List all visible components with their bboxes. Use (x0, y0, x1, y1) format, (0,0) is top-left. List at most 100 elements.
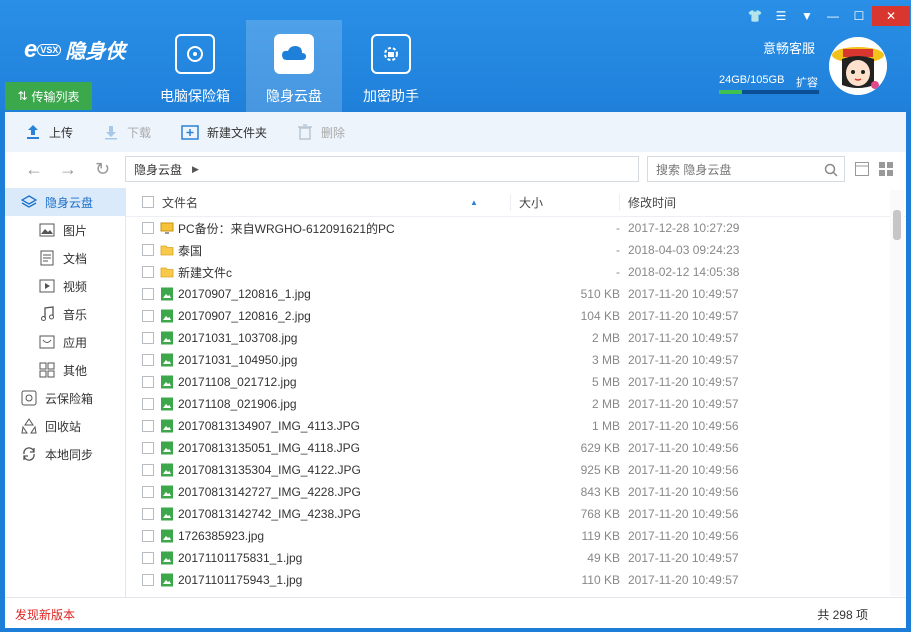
breadcrumb-arrow-icon[interactable]: ▶ (192, 164, 199, 175)
table-row[interactable]: 20171101175943_1.jpg 110 KB 2017-11-20 10:… (126, 569, 906, 591)
sidebar-item-local-sync[interactable]: 本地同步 (5, 440, 125, 468)
tab-encrypt-helper[interactable]: 加密助手 (343, 20, 439, 112)
breadcrumb[interactable]: 隐身云盘 (134, 161, 182, 178)
file-name: 泰国 (178, 243, 203, 258)
minimize-icon[interactable]: — (820, 6, 846, 26)
row-checkbox[interactable] (142, 530, 154, 542)
back-arrow-icon[interactable]: ← (25, 160, 43, 178)
tab-pc-safe-label: 电脑保险箱 (160, 88, 230, 104)
image-file-icon (160, 441, 174, 455)
table-row[interactable]: 20170813134907_IMG_4113.JPG 1 MB 2017-11-2… (126, 415, 906, 437)
forward-arrow-icon[interactable]: → (59, 160, 77, 178)
new-version-link[interactable]: 发现新版本 (15, 606, 75, 623)
row-checkbox[interactable] (142, 266, 154, 278)
table-row[interactable]: 20170813142727_IMG_4228.JPG 843 KB 2017-11… (126, 481, 906, 503)
search-icon[interactable] (824, 163, 838, 177)
row-checkbox[interactable] (142, 332, 154, 344)
file-list: 文件名 ▲ 大小 修改时间 PC备份：来自WRGHO-612091621的PC -… (126, 188, 906, 597)
expand-link[interactable]: 扩容 (796, 74, 818, 90)
row-checkbox[interactable] (142, 244, 154, 256)
download-button[interactable]: 下载 (103, 124, 151, 141)
row-checkbox[interactable] (142, 420, 154, 432)
table-row[interactable]: 20171108_021712.jpg 5 MB 2017-11-20 10:49:… (126, 371, 906, 393)
dropdown-icon[interactable]: ▼ (794, 6, 820, 26)
table-row[interactable]: PC备份：来自WRGHO-612091621的PC -2017-12-28 10:… (126, 217, 906, 239)
sidebar-item-images[interactable]: 图片 (5, 216, 125, 244)
table-row[interactable]: 20171031_103708.jpg 2 MB 2017-11-20 10:49:… (126, 327, 906, 349)
table-row[interactable]: 20170907_120816_2.jpg 104 KB 2017-11-20 10… (126, 305, 906, 327)
column-size-header[interactable]: 大小 (510, 193, 619, 211)
sidebar-item-recycle-bin[interactable]: 回收站 (5, 412, 125, 440)
sidebar-item-documents[interactable]: 文档 (5, 244, 125, 272)
table-row[interactable]: 20170813142742_IMG_4238.JPG 768 KB 2017-11… (126, 503, 906, 525)
delete-button[interactable]: 删除 (297, 124, 345, 141)
row-checkbox[interactable] (142, 310, 154, 322)
scrollbar[interactable] (890, 190, 904, 596)
image-file-icon (160, 353, 174, 367)
file-time: 2018-02-12 14:05:38 (628, 265, 740, 279)
table-row[interactable]: 20171101175831_1.jpg 49 KB 2017-11-20 10:4… (126, 547, 906, 569)
close-icon[interactable]: ✕ (872, 6, 910, 26)
delete-label: 删除 (321, 125, 346, 140)
scrollbar-thumb[interactable] (893, 210, 901, 240)
file-name-cell: 20170813142742_IMG_4238.JPG (160, 507, 530, 521)
file-name: 20171031_103708.jpg (178, 331, 298, 345)
row-checkbox[interactable] (142, 486, 154, 498)
transfer-arrows-icon: ⇅ (17, 89, 28, 103)
music-icon (39, 306, 55, 322)
select-all-checkbox[interactable] (142, 196, 154, 208)
sort-asc-icon[interactable]: ▲ (470, 198, 510, 207)
row-checkbox[interactable] (142, 464, 154, 476)
image-file-icon (160, 551, 174, 565)
table-row[interactable]: 20170813135051_IMG_4118.JPG 629 KB 2017-11… (126, 437, 906, 459)
address-bar[interactable]: 隐身云盘 ▶ (125, 156, 639, 182)
file-size: 629 KB (580, 441, 620, 455)
image-file-icon (160, 463, 174, 477)
column-time-header[interactable]: 修改时间 (619, 193, 754, 211)
sidebar-item-music[interactable]: 音乐 (5, 300, 125, 328)
sidebar-item-other[interactable]: 其他 (5, 356, 125, 384)
row-checkbox[interactable] (142, 222, 154, 234)
row-checkbox[interactable] (142, 354, 154, 366)
file-size: 768 KB (580, 507, 620, 521)
row-checkbox[interactable] (142, 574, 154, 586)
row-checkbox[interactable] (142, 552, 154, 564)
table-row[interactable]: 20171031_104950.jpg 3 MB 2017-11-20 10:49:… (126, 349, 906, 371)
logo-text: 隐身侠 (65, 41, 126, 63)
table-row[interactable]: 20170907_120816_1.jpg 510 KB 2017-11-20 10… (126, 283, 906, 305)
tab-cloud-disk[interactable]: 隐身云盘 (246, 20, 342, 112)
avatar[interactable] (829, 37, 887, 95)
table-row[interactable]: 20171108_021906.jpg 2 MB 2017-11-20 10:49:… (126, 393, 906, 415)
list-view-icon[interactable] (855, 162, 869, 176)
search-input[interactable] (654, 158, 818, 182)
row-checkbox[interactable] (142, 442, 154, 454)
file-name-cell: 20171101175831_1.jpg (160, 551, 530, 565)
sidebar-item-apps[interactable]: 应用 (5, 328, 125, 356)
sidebar-item-cloud-safe[interactable]: 云保险箱 (5, 384, 125, 412)
grid-view-icon[interactable] (879, 162, 893, 176)
column-name-header[interactable]: 文件名 (154, 194, 470, 211)
sidebar-item-video[interactable]: 视频 (5, 272, 125, 300)
table-row[interactable]: 20170813135304_IMG_4122.JPG 925 KB 2017-11… (126, 459, 906, 481)
menu-icon[interactable]: ☰ (768, 6, 794, 26)
image-file-icon (160, 397, 174, 411)
file-name-cell: 20171031_103708.jpg (160, 331, 530, 345)
tab-pc-safe[interactable]: 电脑保险箱 (147, 20, 243, 112)
file-size: 119 KB (581, 529, 620, 543)
table-row[interactable]: 泰国 -2018-04-03 09:24:23 (126, 239, 906, 261)
file-name-cell: 20171101175943_1.jpg (160, 573, 530, 587)
new-folder-button[interactable]: 新建文件夹 (181, 124, 267, 141)
row-checkbox[interactable] (142, 288, 154, 300)
maximize-icon[interactable]: ☐ (846, 6, 872, 26)
refresh-icon[interactable]: ↻ (95, 160, 110, 178)
sidebar-item-cloud-disk[interactable]: 隐身云盘 (5, 188, 125, 216)
table-row[interactable]: 新建文件c -2018-02-12 14:05:38 (126, 261, 906, 283)
table-row[interactable]: 1726385923.jpg 119 KB 2017-11-20 10:49:56 (126, 525, 906, 547)
row-checkbox[interactable] (142, 376, 154, 388)
transfer-list-button[interactable]: ⇅ 传输列表 (5, 82, 92, 110)
row-checkbox[interactable] (142, 398, 154, 410)
skin-icon[interactable]: 👕 (742, 6, 768, 26)
row-checkbox[interactable] (142, 508, 154, 520)
user-name[interactable]: 意畅客服 (763, 38, 815, 57)
upload-button[interactable]: 上传 (25, 124, 73, 141)
